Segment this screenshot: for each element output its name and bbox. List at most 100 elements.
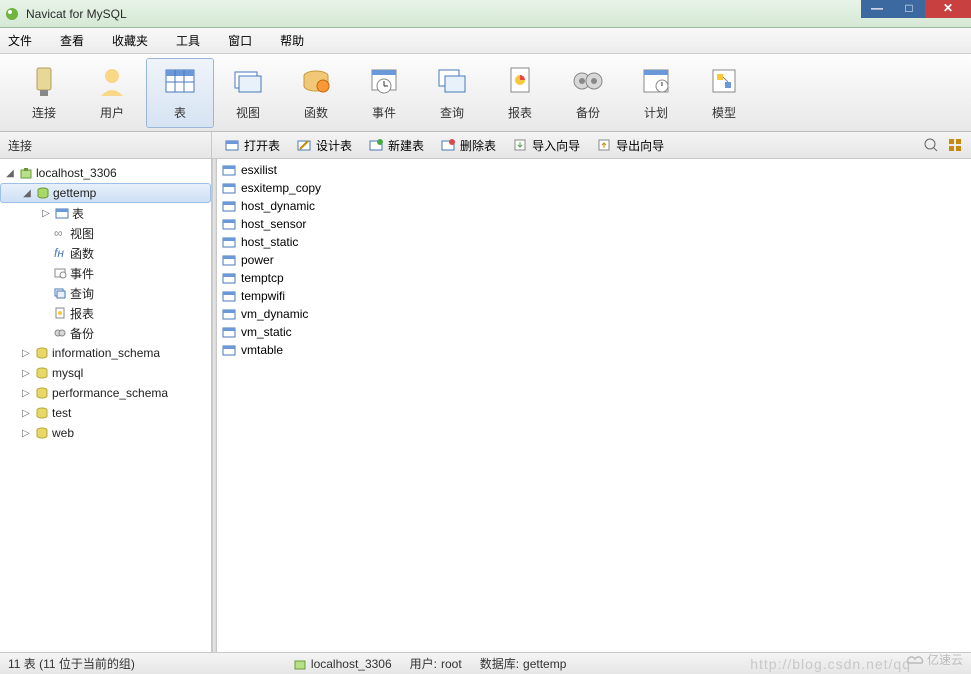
table-row[interactable]: temptcp bbox=[217, 269, 971, 287]
menu-tools[interactable]: 工具 bbox=[176, 32, 200, 49]
expander-icon[interactable]: ▷ bbox=[20, 428, 32, 439]
close-button[interactable]: ✕ bbox=[925, 0, 971, 18]
app-icon bbox=[4, 6, 20, 22]
backup-icon bbox=[571, 64, 605, 98]
table-name: tempwifi bbox=[241, 289, 285, 303]
view-small-icon: ∞ bbox=[52, 225, 68, 241]
table-row[interactable]: esxitemp_copy bbox=[217, 179, 971, 197]
open-table-button[interactable]: 打开表 bbox=[218, 135, 286, 156]
table-row[interactable]: power bbox=[217, 251, 971, 269]
brand-logo: 亿速云 bbox=[905, 651, 963, 668]
query-small-icon bbox=[52, 285, 68, 301]
expander-icon[interactable]: ▷ bbox=[40, 208, 52, 219]
table-row[interactable]: host_sensor bbox=[217, 215, 971, 233]
expander-icon[interactable]: ◢ bbox=[4, 168, 16, 179]
tree-node-table[interactable]: ▷ 表 bbox=[0, 203, 211, 223]
tree-node-view[interactable]: ∞ 视图 bbox=[0, 223, 211, 243]
toolbar-event[interactable]: 事件 bbox=[350, 58, 418, 128]
status-count: 11 表 (11 位于当前的组) bbox=[8, 655, 135, 672]
grid-view-icon[interactable] bbox=[947, 137, 963, 153]
new-icon bbox=[368, 137, 384, 153]
toolbar-user[interactable]: 用户 bbox=[78, 58, 146, 128]
database-icon bbox=[34, 425, 50, 441]
tree-node-function[interactable]: fн 函数 bbox=[0, 243, 211, 263]
design-table-button[interactable]: 设计表 bbox=[290, 135, 358, 156]
tree-db-performance_schema[interactable]: ▷performance_schema bbox=[0, 383, 211, 403]
table-name: vmtable bbox=[241, 343, 283, 357]
table-icon bbox=[163, 64, 197, 98]
table-name: host_static bbox=[241, 235, 298, 249]
table-row[interactable]: vmtable bbox=[217, 341, 971, 359]
table-name: power bbox=[241, 253, 274, 267]
connection-tree[interactable]: ◢ localhost_3306 ◢ gettemp ▷ 表 ∞ 视图 fн 函… bbox=[0, 159, 212, 652]
function-icon bbox=[299, 64, 333, 98]
tree-db-information_schema[interactable]: ▷information_schema bbox=[0, 343, 211, 363]
maximize-button[interactable]: □ bbox=[893, 0, 925, 18]
expander-icon[interactable]: ▷ bbox=[20, 388, 32, 399]
search-icon[interactable] bbox=[923, 137, 939, 153]
toolbar-backup[interactable]: 备份 bbox=[554, 58, 622, 128]
model-icon bbox=[707, 64, 741, 98]
table-name: vm_dynamic bbox=[241, 307, 308, 321]
toolbar-report[interactable]: 报表 bbox=[486, 58, 554, 128]
table-name: esxitemp_copy bbox=[241, 181, 321, 195]
menu-help[interactable]: 帮助 bbox=[280, 32, 304, 49]
menu-fav[interactable]: 收藏夹 bbox=[112, 32, 148, 49]
table-name: host_dynamic bbox=[241, 199, 315, 213]
export-button[interactable]: 导出向导 bbox=[590, 135, 670, 156]
toolbar-connect[interactable]: 连接 bbox=[10, 58, 78, 128]
event-icon bbox=[367, 64, 401, 98]
delete-table-button[interactable]: 删除表 bbox=[434, 135, 502, 156]
table-row[interactable]: esxilist bbox=[217, 161, 971, 179]
tree-connection[interactable]: ◢ localhost_3306 bbox=[0, 163, 211, 183]
tree-db-mysql[interactable]: ▷mysql bbox=[0, 363, 211, 383]
table-small-icon bbox=[221, 288, 237, 304]
table-row[interactable]: vm_dynamic bbox=[217, 305, 971, 323]
tree-db-gettemp[interactable]: ◢ gettemp bbox=[0, 183, 211, 203]
database-icon bbox=[34, 345, 50, 361]
table-small-icon bbox=[221, 306, 237, 322]
table-small-icon bbox=[54, 205, 70, 221]
user-icon bbox=[95, 64, 129, 98]
section-toolbar: 连接 打开表 设计表 新建表 删除表 导入向导 导出向导 bbox=[0, 132, 971, 159]
table-small-icon bbox=[221, 180, 237, 196]
table-row[interactable]: host_dynamic bbox=[217, 197, 971, 215]
expander-icon[interactable]: ▷ bbox=[20, 408, 32, 419]
table-small-icon bbox=[221, 252, 237, 268]
export-icon bbox=[596, 137, 612, 153]
tree-node-report[interactable]: 报表 bbox=[0, 303, 211, 323]
menu-window[interactable]: 窗口 bbox=[228, 32, 252, 49]
toolbar-schedule[interactable]: 计划 bbox=[622, 58, 690, 128]
toolbar-function[interactable]: 函数 bbox=[282, 58, 350, 128]
tree-node-backup[interactable]: 备份 bbox=[0, 323, 211, 343]
tree-node-query[interactable]: 查询 bbox=[0, 283, 211, 303]
database-icon bbox=[34, 385, 50, 401]
tree-db-web[interactable]: ▷web bbox=[0, 423, 211, 443]
import-button[interactable]: 导入向导 bbox=[506, 135, 586, 156]
toolbar-table[interactable]: 表 bbox=[146, 58, 214, 128]
toolbar-query[interactable]: 查询 bbox=[418, 58, 486, 128]
toolbar-model[interactable]: 模型 bbox=[690, 58, 758, 128]
titlebar: Navicat for MySQL — □ ✕ bbox=[0, 0, 971, 28]
expander-icon[interactable]: ▷ bbox=[20, 348, 32, 359]
table-row[interactable]: tempwifi bbox=[217, 287, 971, 305]
menubar: 文件 查看 收藏夹 工具 窗口 帮助 bbox=[0, 28, 971, 54]
menu-view[interactable]: 查看 bbox=[60, 32, 84, 49]
new-table-button[interactable]: 新建表 bbox=[362, 135, 430, 156]
tree-node-event[interactable]: 事件 bbox=[0, 263, 211, 283]
table-row[interactable]: vm_static bbox=[217, 323, 971, 341]
expander-icon[interactable]: ◢ bbox=[21, 188, 33, 199]
tree-db-test[interactable]: ▷test bbox=[0, 403, 211, 423]
table-list[interactable]: esxilist esxitemp_copy host_dynamic host_se… bbox=[217, 159, 971, 652]
minimize-button[interactable]: — bbox=[861, 0, 893, 18]
toolbar-view[interactable]: 视图 bbox=[214, 58, 282, 128]
section-left-label: 连接 bbox=[0, 132, 212, 158]
import-icon bbox=[512, 137, 528, 153]
plug-icon bbox=[27, 64, 61, 98]
query-icon bbox=[435, 64, 469, 98]
table-row[interactable]: host_static bbox=[217, 233, 971, 251]
table-small-icon bbox=[221, 342, 237, 358]
expander-icon[interactable]: ▷ bbox=[20, 368, 32, 379]
menu-file[interactable]: 文件 bbox=[8, 32, 32, 49]
watermark: http://blog.csdn.net/qq bbox=[750, 656, 911, 672]
